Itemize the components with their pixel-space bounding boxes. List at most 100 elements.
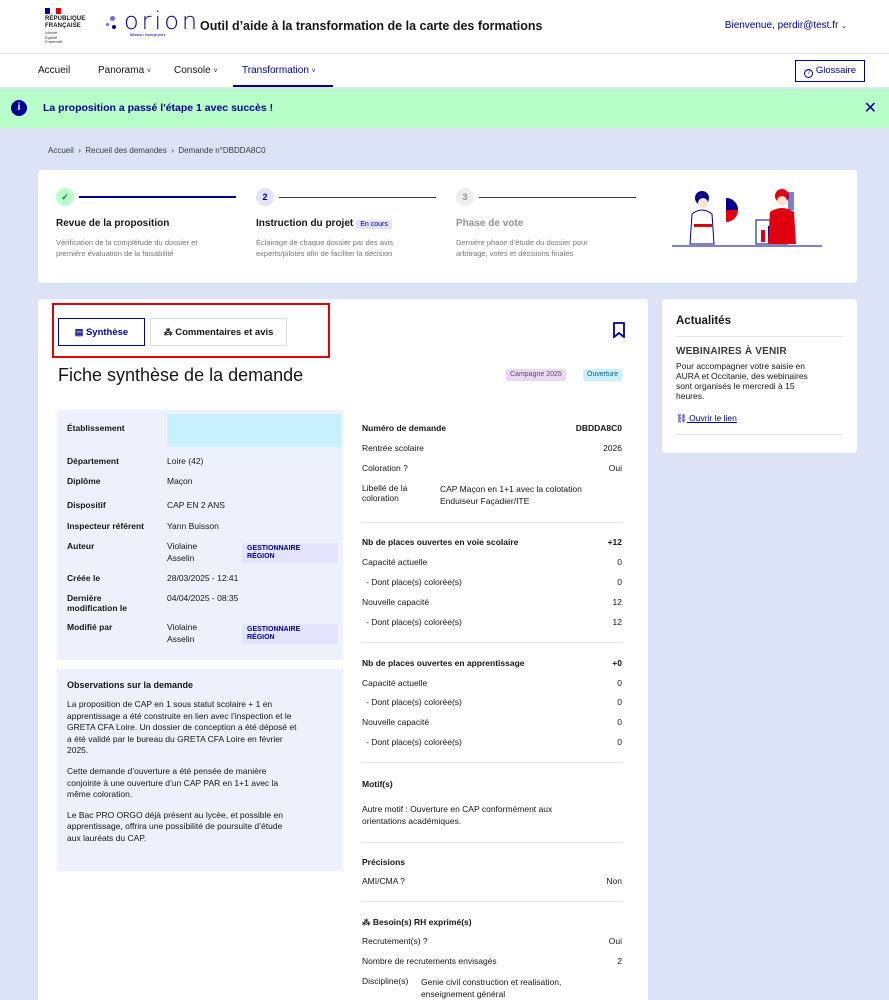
obs-line: apprentissage, offrira une possibilité d… — [67, 821, 283, 832]
ouverture-tag: Ouverture — [583, 369, 623, 381]
obs-line: GRETA CFA Loire. Un dossier de conceptio… — [67, 722, 297, 733]
detail-label: Libellé de la coloration — [362, 483, 432, 503]
detail-label: Capacité actuelle — [362, 678, 428, 688]
glossaire-button[interactable]: ? Glossaire — [795, 60, 865, 82]
detail-value: 2026 — [603, 443, 622, 453]
divider — [362, 901, 622, 902]
detail-label: Nouvelle capacité — [362, 717, 430, 727]
breadcrumb-item[interactable]: Recueil des demandes — [85, 146, 166, 155]
info-label: Modifié par — [67, 622, 113, 632]
document-icon: ▤ — [74, 327, 84, 337]
detail-value: 12 — [612, 597, 622, 607]
glossaire-label: Glossaire — [815, 65, 856, 76]
role-line: GESTIONNAIRE — [247, 545, 301, 552]
detail-value: +0 — [612, 658, 622, 668]
label-line: modification le — [67, 603, 127, 613]
value-line: CAP Maçon en 1+1 avec la colotation — [440, 484, 582, 494]
info-label: Créée le — [67, 573, 101, 583]
info-value: 04/04/2025 - 08:35 — [167, 593, 239, 603]
step-3: 3 Phase de vote Dernière phase d’étude d… — [456, 188, 636, 259]
close-icon[interactable]: ✕ — [864, 98, 877, 118]
nav-label: Transformation — [242, 65, 309, 76]
detail-value: DBDDA8C0 — [575, 423, 622, 433]
detail-label: - Dont place(s) colorée(s) — [366, 577, 462, 587]
role-badge: GESTIONNAIRE RÉGION — [242, 624, 338, 644]
step-title: Instruction du projet — [256, 218, 354, 229]
republique-francaise-logo[interactable]: RÉPUBLIQUE FRANÇAISE Liberté Égalité Frater… — [45, 8, 93, 48]
detail-value: CAP Maçon en 1+1 avec la colotation Endui… — [440, 483, 622, 507]
info-panel: Établissement Département Loire (42) Dipl… — [57, 410, 343, 660]
step-number: 2 — [256, 188, 274, 206]
detail-label: AMI/CMA ? — [362, 876, 405, 886]
detail-label: - Dont place(s) colorée(s) — [366, 737, 462, 747]
step-1: ✓ Revue de la proposition Vérification d… — [56, 188, 236, 259]
active-nav-indicator — [233, 85, 333, 87]
detail-value: +12 — [607, 537, 622, 547]
user-menu[interactable]: Bienvenue, perdir@test.fr ⌄ — [725, 20, 847, 31]
obs-line: même coloration. — [67, 789, 133, 800]
obs-line: a été validé par le bureau du GRETA CFA … — [67, 733, 283, 744]
detail-value: 0 — [617, 577, 622, 587]
detail-label: Nouvelle capacité — [362, 597, 430, 607]
process-stepper: ✓ Revue de la proposition Vérification d… — [38, 170, 857, 283]
actualites-panel: Actualités WEBINAIRES À VENIR Pour accom… — [662, 299, 857, 453]
step-desc-line: Dernière phase d’étude du dossier pour — [456, 238, 588, 247]
info-label: Dernière modification le — [67, 593, 162, 613]
detail-value: 0 — [617, 557, 622, 567]
text-line: Pour accompagner votre saisie en — [676, 361, 805, 371]
detail-value: 2 — [617, 956, 622, 966]
step-desc-line: Vérification de la complétude du dossier… — [56, 238, 198, 247]
info-value: Yann Buisson — [167, 521, 219, 531]
breadcrumb-item[interactable]: Accueil — [48, 146, 74, 155]
detail-value: 12 — [612, 617, 622, 627]
team-icon: ⁂ — [362, 917, 371, 927]
nav-transformation[interactable]: Transformation ˅ — [242, 65, 316, 76]
detail-label: Capacité actuelle — [362, 557, 428, 567]
nav-panorama[interactable]: Panorama ˅ — [98, 65, 151, 76]
value-line: orientations académiques. — [362, 816, 462, 826]
bookmark-icon[interactable] — [613, 322, 625, 338]
link-icon: ⛓ — [676, 413, 687, 423]
tab-synthese[interactable]: ▤ Synthèse — [58, 318, 145, 346]
breadcrumb-current: Demande n°DBDDA8C0 — [178, 146, 266, 155]
tab-label: Commentaires et avis — [175, 327, 274, 338]
ouvrir-le-lien-link[interactable]: ⛓ Ouvrir le lien — [676, 413, 843, 424]
chevron-right-icon: › — [76, 146, 84, 155]
divider — [362, 642, 622, 643]
divider — [362, 762, 622, 763]
webinaires-heading: WEBINAIRES À VENIR — [676, 346, 787, 357]
detail-value: Non — [606, 876, 622, 886]
chevron-down-icon: ˅ — [213, 68, 218, 75]
chevron-down-icon: ˅ — [146, 68, 152, 75]
motto-line: Fraternité — [45, 39, 63, 45]
label-line: Libellé de la — [362, 483, 408, 493]
nav-accueil[interactable]: Accueil — [38, 65, 70, 76]
webinaires-text: Pour accompagner votre saisie en AURA et… — [676, 361, 843, 401]
obs-line: 2025. — [67, 745, 89, 756]
header: RÉPUBLIQUE FRANÇAISE Liberté Égalité Frater… — [0, 0, 889, 54]
detail-value: 0 — [617, 737, 622, 747]
french-flag-icon — [45, 8, 61, 14]
value-line: Genie civil construction et realisation, — [421, 977, 562, 987]
step-connector — [79, 196, 236, 198]
status-badge: En cours — [356, 220, 392, 229]
detail-label: Rentrée scolaire — [362, 443, 424, 453]
nav-label: Console — [174, 65, 211, 76]
tab-commentaires[interactable]: ⁂ Commentaires et avis — [150, 318, 287, 346]
observations-heading: Observations sur la demande — [67, 680, 194, 690]
app-title: Outil d’aide à la transformation de la c… — [200, 19, 543, 33]
value-line: Enduiseur Façadier/ITE — [440, 496, 530, 506]
step-title: Revue de la proposition — [56, 218, 170, 229]
orion-logo[interactable]: orion Mission Inserjeunes — [106, 7, 197, 40]
step-2: 2 Instruction du projet En cours Éclairag… — [256, 188, 436, 259]
observation-paragraph: La proposition de CAP en 1 sous statut s… — [67, 699, 333, 757]
detail-label: Motif(s) — [362, 779, 393, 789]
team-icon: ⁂ — [163, 327, 173, 337]
obs-line: Cette demande d’ouverture a été pensée d… — [67, 765, 267, 776]
divider — [362, 842, 622, 843]
step-desc-line: Éclairage de chaque dossier par des avis — [256, 238, 394, 247]
nav-console[interactable]: Console ˅ — [174, 65, 218, 76]
detail-label: Discipline(s) — [362, 976, 409, 986]
detail-label: - Dont place(s) colorée(s) — [366, 697, 462, 707]
text-line: AURA et Occitanie, des webinaires — [676, 371, 808, 381]
